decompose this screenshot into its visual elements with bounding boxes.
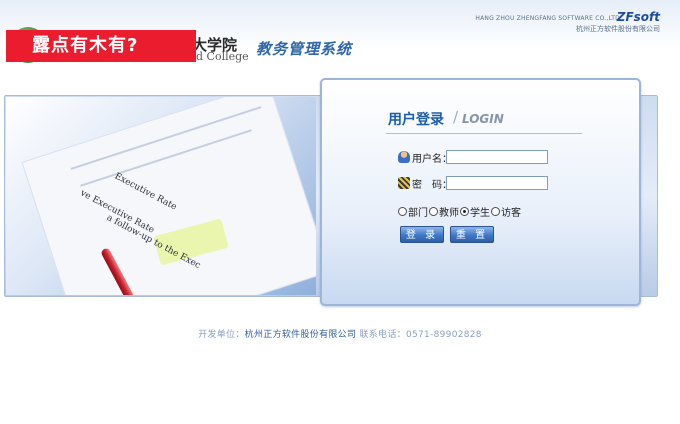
overlay-banner: 露点有木有? xyxy=(6,30,196,62)
reset-button[interactable]: 重 置 xyxy=(450,226,494,243)
login-button[interactable]: 登 录 xyxy=(400,226,444,243)
decorative-photo: Executive Rate ve Executive Rate a follo… xyxy=(6,97,316,295)
developer-label: 开发单位： xyxy=(198,330,245,340)
role-label: 部门 xyxy=(408,208,428,219)
username-input[interactable] xyxy=(446,150,548,164)
username-row: 用户名： xyxy=(398,150,548,165)
role-label: 教师 xyxy=(439,208,459,219)
phone-label: 联系电话： xyxy=(359,330,406,340)
radio-department[interactable] xyxy=(398,207,407,216)
role-label: 访客 xyxy=(501,208,521,219)
system-title: 教务管理系统 xyxy=(256,40,353,58)
login-page: 大学院 d College 露点有木有? 教务管理系统 HANG ZHOU ZH… xyxy=(0,0,680,424)
vendor-name-en: HANG ZHOU ZHENGFANG SOFTWARE CO.,LTD. xyxy=(475,15,622,22)
role-selector: 部门 教师 学生 访客 xyxy=(398,204,522,219)
user-icon xyxy=(398,151,410,163)
phone-number: 0571-89902828 xyxy=(405,330,482,340)
password-label: 密 码： xyxy=(412,179,452,191)
radio-student[interactable] xyxy=(460,207,469,216)
password-input[interactable] xyxy=(446,176,548,190)
developer-company: 杭州正方软件股份有限公司 xyxy=(244,330,357,340)
vendor-name-cn: 杭州正方软件股份有限公司 xyxy=(576,25,660,33)
username-label: 用户名： xyxy=(412,153,452,165)
paper-sheet xyxy=(21,97,316,295)
radio-teacher[interactable] xyxy=(429,207,438,216)
college-name-en: d College xyxy=(196,50,249,63)
role-option-department[interactable]: 部门 xyxy=(398,204,428,219)
header: 大学院 d College 露点有木有? 教务管理系统 HANG ZHOU ZH… xyxy=(0,0,680,72)
lock-icon xyxy=(398,177,410,189)
vendor-logo: ZFsoft xyxy=(616,10,660,24)
login-title: 用户登录 xyxy=(388,112,444,128)
login-panel: 用户登录 / LOGIN 用户名： 密 码： 部门 教师 学生 访客 登 录 重… xyxy=(320,78,641,306)
role-option-visitor[interactable]: 访客 xyxy=(491,204,521,219)
password-row: 密 码： xyxy=(398,176,548,191)
role-option-teacher[interactable]: 教师 xyxy=(429,204,459,219)
title-divider xyxy=(386,133,582,134)
login-title-en: LOGIN xyxy=(462,112,504,126)
radio-visitor[interactable] xyxy=(491,207,500,216)
role-option-student[interactable]: 学生 xyxy=(460,204,490,219)
footer: 开发单位：杭州正方软件股份有限公司 联系电话：0571-89902828 xyxy=(0,327,680,340)
login-title-separator: / xyxy=(453,108,459,126)
role-label: 学生 xyxy=(470,208,490,219)
